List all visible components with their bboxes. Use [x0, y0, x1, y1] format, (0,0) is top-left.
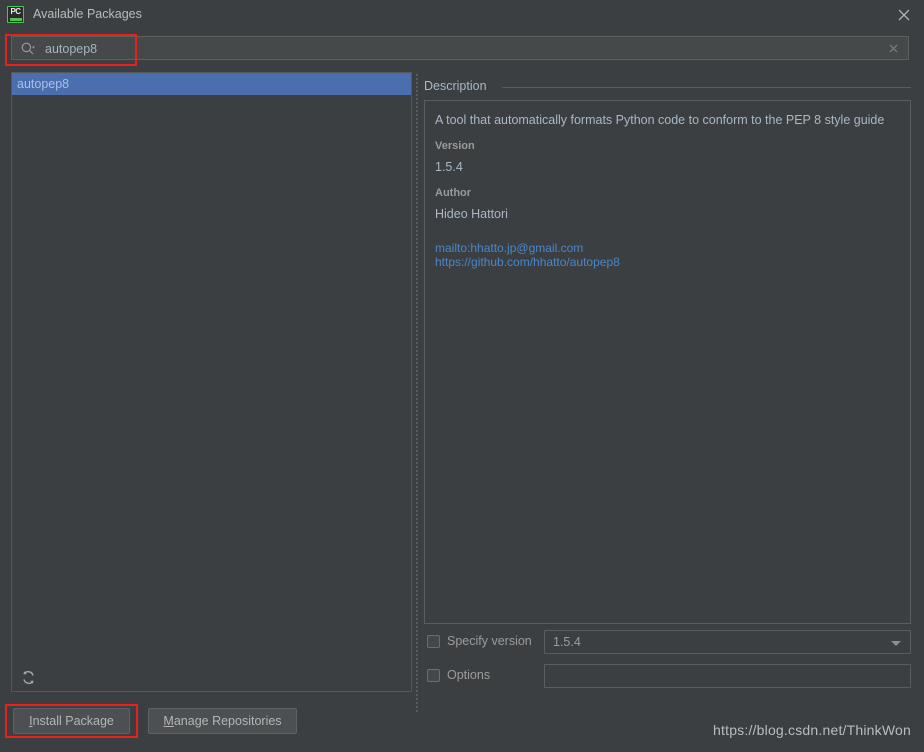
- link-homepage[interactable]: https://github.com/hhatto/autopep8: [435, 255, 900, 269]
- specify-version-label: Specify version: [447, 634, 532, 648]
- options-input[interactable]: [544, 664, 911, 688]
- description-legend: Description: [424, 79, 493, 93]
- package-links: mailto:hhatto.jp@gmail.com https://githu…: [435, 241, 900, 269]
- install-package-button[interactable]: Install Package: [13, 708, 130, 734]
- link-mailto[interactable]: mailto:hhatto.jp@gmail.com: [435, 241, 900, 255]
- version-select-value: 1.5.4: [553, 635, 581, 649]
- list-item[interactable]: autopep8: [12, 73, 411, 95]
- search-row: autopep8: [0, 30, 924, 66]
- version-value: 1.5.4: [435, 160, 900, 174]
- panel-splitter[interactable]: [415, 72, 420, 692]
- pycharm-icon-bar: [10, 18, 22, 21]
- manage-button-label: anage Repositories: [174, 714, 282, 728]
- search-input[interactable]: autopep8: [11, 36, 909, 60]
- clear-icon[interactable]: [887, 42, 900, 55]
- author-value: Hideo Hattori: [435, 207, 900, 221]
- chevron-down-icon[interactable]: [891, 641, 901, 646]
- manage-button-mnemonic: M: [163, 714, 173, 728]
- options-label: Options: [447, 668, 490, 682]
- description-body: A tool that automatically formats Python…: [424, 100, 911, 624]
- refresh-icon[interactable]: [20, 669, 37, 686]
- search-input-value: autopep8: [45, 41, 97, 57]
- install-button-label: nstall Package: [33, 714, 114, 728]
- version-label: Version: [435, 140, 900, 152]
- specify-version-row: Specify version 1.5.4: [424, 630, 911, 654]
- close-icon[interactable]: [896, 7, 912, 23]
- options-row: Options: [424, 664, 911, 688]
- package-list[interactable]: autopep8: [11, 72, 412, 664]
- options-checkbox[interactable]: [427, 669, 440, 682]
- package-list-toolbar: [11, 663, 412, 692]
- description-legend-line: [502, 87, 911, 88]
- author-label: Author: [435, 187, 900, 199]
- watermark: https://blog.csdn.net/ThinkWon: [713, 722, 911, 738]
- window-title: Available Packages: [33, 7, 142, 21]
- title-bar: PC Available Packages: [0, 0, 924, 30]
- version-select[interactable]: 1.5.4: [544, 630, 911, 654]
- pycharm-icon-text: PC: [8, 6, 23, 17]
- package-summary: A tool that automatically formats Python…: [435, 112, 900, 128]
- manage-repositories-button[interactable]: Manage Repositories: [148, 708, 297, 734]
- search-icon[interactable]: [20, 41, 36, 57]
- pycharm-icon: PC: [7, 6, 24, 23]
- specify-version-checkbox[interactable]: [427, 635, 440, 648]
- description-panel: Description A tool that automatically fo…: [424, 79, 911, 624]
